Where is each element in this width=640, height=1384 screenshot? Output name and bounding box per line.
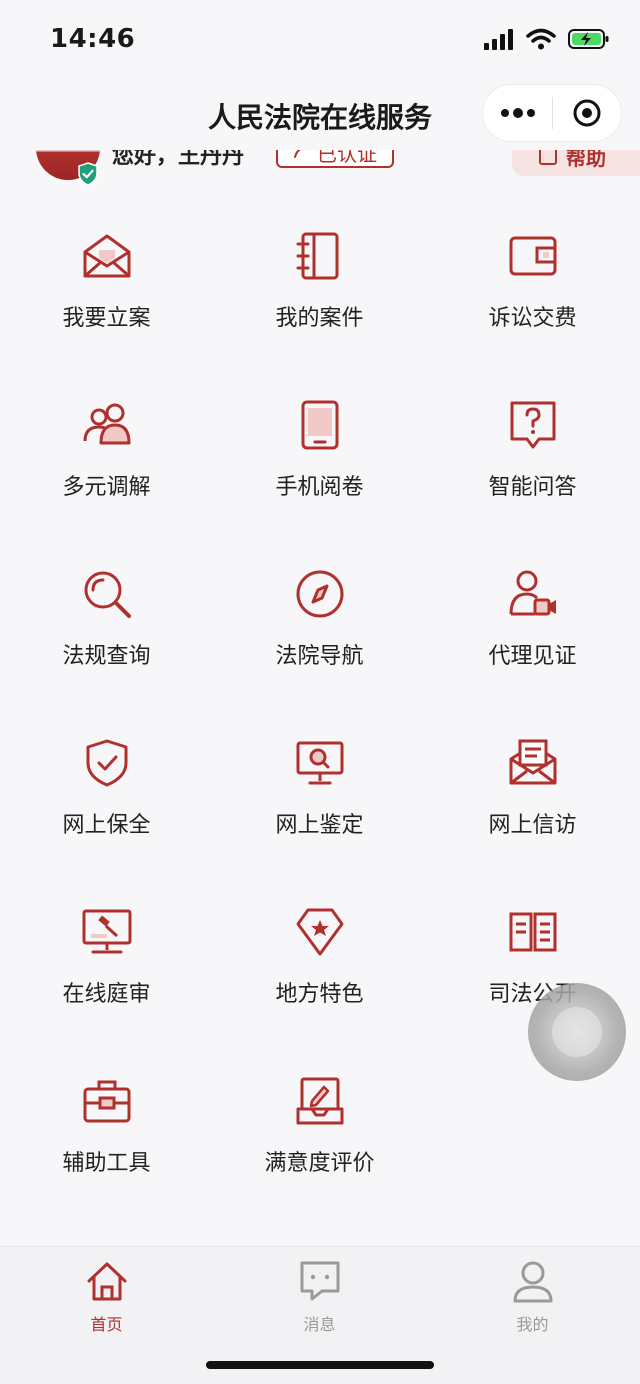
service-file-case[interactable]: 我要立案 (0, 200, 213, 360)
mini-program-capsule (482, 84, 622, 142)
status-icons (484, 28, 610, 54)
service-litigation-fee[interactable]: 诉讼交费 (426, 200, 639, 360)
user-icon (513, 1261, 552, 1303)
service-law-search[interactable]: 法规查询 (0, 538, 213, 698)
greeting-text: 您好，王丹丹 (112, 150, 245, 169)
service-label: 辅助工具 (62, 1151, 151, 1176)
person-video-icon (509, 570, 556, 616)
message-icon (300, 1261, 339, 1301)
people-icon (83, 403, 130, 445)
service-label: 网上信访 (488, 813, 577, 838)
open-book-icon (509, 912, 556, 952)
floating-assistive-button[interactable] (528, 983, 626, 1081)
target-icon (573, 99, 601, 127)
tab-home[interactable]: 首页 (0, 1257, 213, 1337)
service-auxiliary-tools[interactable]: 辅助工具 (0, 1045, 213, 1205)
verified-badge-icon (76, 162, 100, 186)
service-label: 多元调解 (62, 475, 151, 500)
service-label: 法规查询 (62, 644, 151, 669)
service-online-petition[interactable]: 网上信访 (426, 707, 639, 867)
status-bar: 14:46 (0, 0, 640, 80)
verified-button[interactable]: 已认证 (276, 150, 394, 168)
service-mediation[interactable]: 多元调解 (0, 369, 213, 529)
diamond-star-icon (296, 908, 343, 956)
service-online-trial[interactable]: 在线庭审 (0, 876, 213, 1036)
tab-label: 消息 (303, 1315, 336, 1334)
tab-label: 我的 (516, 1315, 549, 1334)
tab-profile[interactable]: 我的 (426, 1257, 639, 1337)
service-label: 网上保全 (62, 813, 151, 838)
service-label: 手机阅卷 (275, 475, 364, 500)
magnifier-icon (84, 571, 131, 618)
service-smart-qa[interactable]: 智能问答 (426, 369, 639, 529)
toolbox-icon (83, 1080, 130, 1123)
nav-bar: 人民法院在线服务 (0, 80, 640, 150)
user-info-strip: 您好，王丹丹 已认证 帮助 (0, 150, 640, 190)
more-button[interactable] (483, 84, 552, 142)
notebook-icon (296, 232, 338, 280)
wifi-icon (526, 28, 556, 54)
floating-button-core (552, 1007, 602, 1057)
close-mini-program-button[interactable] (553, 84, 621, 142)
verify-hand-icon (294, 150, 306, 158)
service-online-preservation[interactable]: 网上保全 (0, 707, 213, 867)
service-label: 地方特色 (275, 982, 364, 1007)
service-agent-witness[interactable]: 代理见证 (426, 538, 639, 698)
service-online-appraisal[interactable]: 网上鉴定 (213, 707, 426, 867)
home-icon (87, 1262, 126, 1301)
service-court-navigation[interactable]: 法院导航 (213, 538, 426, 698)
envelope-open-icon (83, 234, 130, 278)
mail-letter-icon (509, 739, 556, 785)
service-local-features[interactable]: 地方特色 (213, 876, 426, 1036)
tab-label: 首页 (90, 1315, 123, 1334)
pen-tray-icon (296, 1077, 343, 1125)
monitor-gavel-icon (82, 909, 131, 954)
service-label: 我要立案 (62, 306, 151, 331)
service-label: 智能问答 (488, 475, 577, 500)
verified-label: 已认证 (317, 150, 377, 166)
service-label: 我的案件 (275, 306, 364, 331)
shield-check-icon (86, 739, 127, 787)
monitor-search-icon (296, 741, 343, 785)
compass-icon (296, 570, 343, 618)
mobile-icon (301, 400, 338, 450)
more-dots-icon (500, 108, 535, 118)
question-bubble-icon (510, 401, 555, 449)
wallet-icon (509, 236, 556, 276)
cellular-signal-icon (484, 28, 514, 54)
service-label: 诉讼交费 (488, 306, 577, 331)
tab-messages[interactable]: 消息 (213, 1257, 426, 1337)
help-button[interactable]: 帮助 (512, 150, 640, 176)
status-time: 14:46 (50, 24, 136, 54)
service-label: 在线庭审 (62, 982, 151, 1007)
service-label: 满意度评价 (264, 1151, 375, 1176)
service-label: 代理见证 (488, 644, 577, 669)
service-mobile-file-review[interactable]: 手机阅卷 (213, 369, 426, 529)
service-label: 网上鉴定 (275, 813, 364, 838)
app-screen: 14:46 人民法院在线服务 您好，王丹丹 已认证 帮助 我要立案 我的案件 诉… (0, 0, 640, 1384)
home-indicator (206, 1361, 434, 1369)
help-label: 帮助 (566, 150, 606, 170)
help-doc-icon (539, 150, 557, 165)
battery-icon (568, 28, 610, 54)
service-label: 法院导航 (275, 644, 364, 669)
service-my-cases[interactable]: 我的案件 (213, 200, 426, 360)
service-satisfaction-rating[interactable]: 满意度评价 (213, 1045, 426, 1205)
